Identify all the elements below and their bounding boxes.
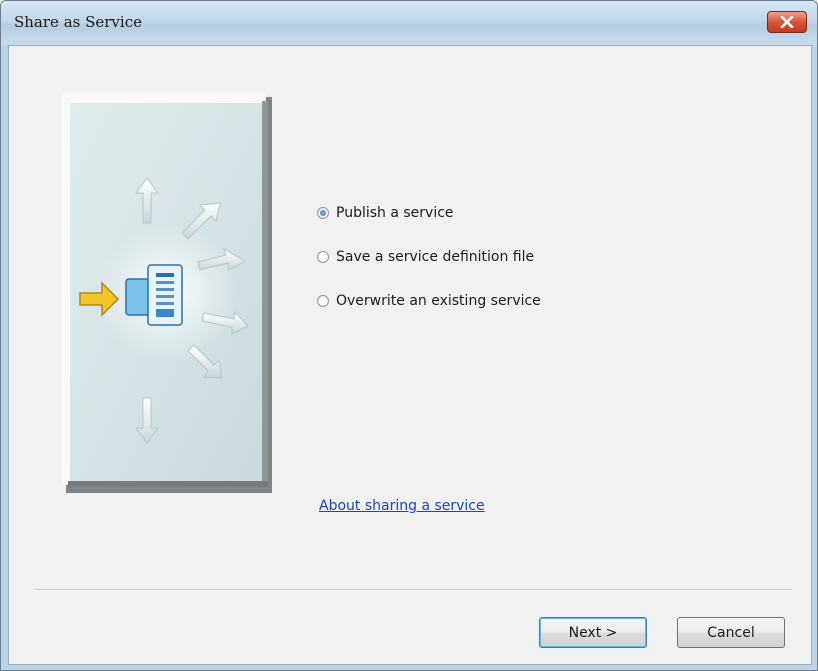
title-bar[interactable]: Share as Service — [1, 1, 817, 45]
option-label: Overwrite an existing service — [336, 293, 541, 309]
next-button[interactable]: Next > — [539, 617, 647, 648]
share-options: Publish a service Save a service definit… — [317, 202, 541, 334]
option-label: Publish a service — [336, 205, 454, 221]
about-sharing-link[interactable]: About sharing a service — [319, 498, 485, 514]
cancel-button[interactable]: Cancel — [677, 617, 785, 648]
option-overwrite-service[interactable]: Overwrite an existing service — [317, 290, 541, 312]
close-button[interactable] — [767, 11, 807, 33]
close-icon — [780, 16, 794, 28]
publish-service-radio[interactable] — [317, 207, 329, 219]
dialog-title: Share as Service — [14, 13, 142, 31]
option-save-definition-file[interactable]: Save a service definition file — [317, 246, 541, 268]
share-as-service-dialog: Share as Service Publish a service Save … — [0, 0, 818, 671]
share-service-icon — [62, 93, 272, 493]
save-definition-radio[interactable] — [317, 251, 329, 263]
footer-divider — [34, 589, 792, 591]
option-publish-service[interactable]: Publish a service — [317, 202, 541, 224]
dialog-body: Publish a service Save a service definit… — [8, 45, 812, 665]
option-label: Save a service definition file — [336, 249, 535, 265]
overwrite-service-radio[interactable] — [317, 295, 329, 307]
